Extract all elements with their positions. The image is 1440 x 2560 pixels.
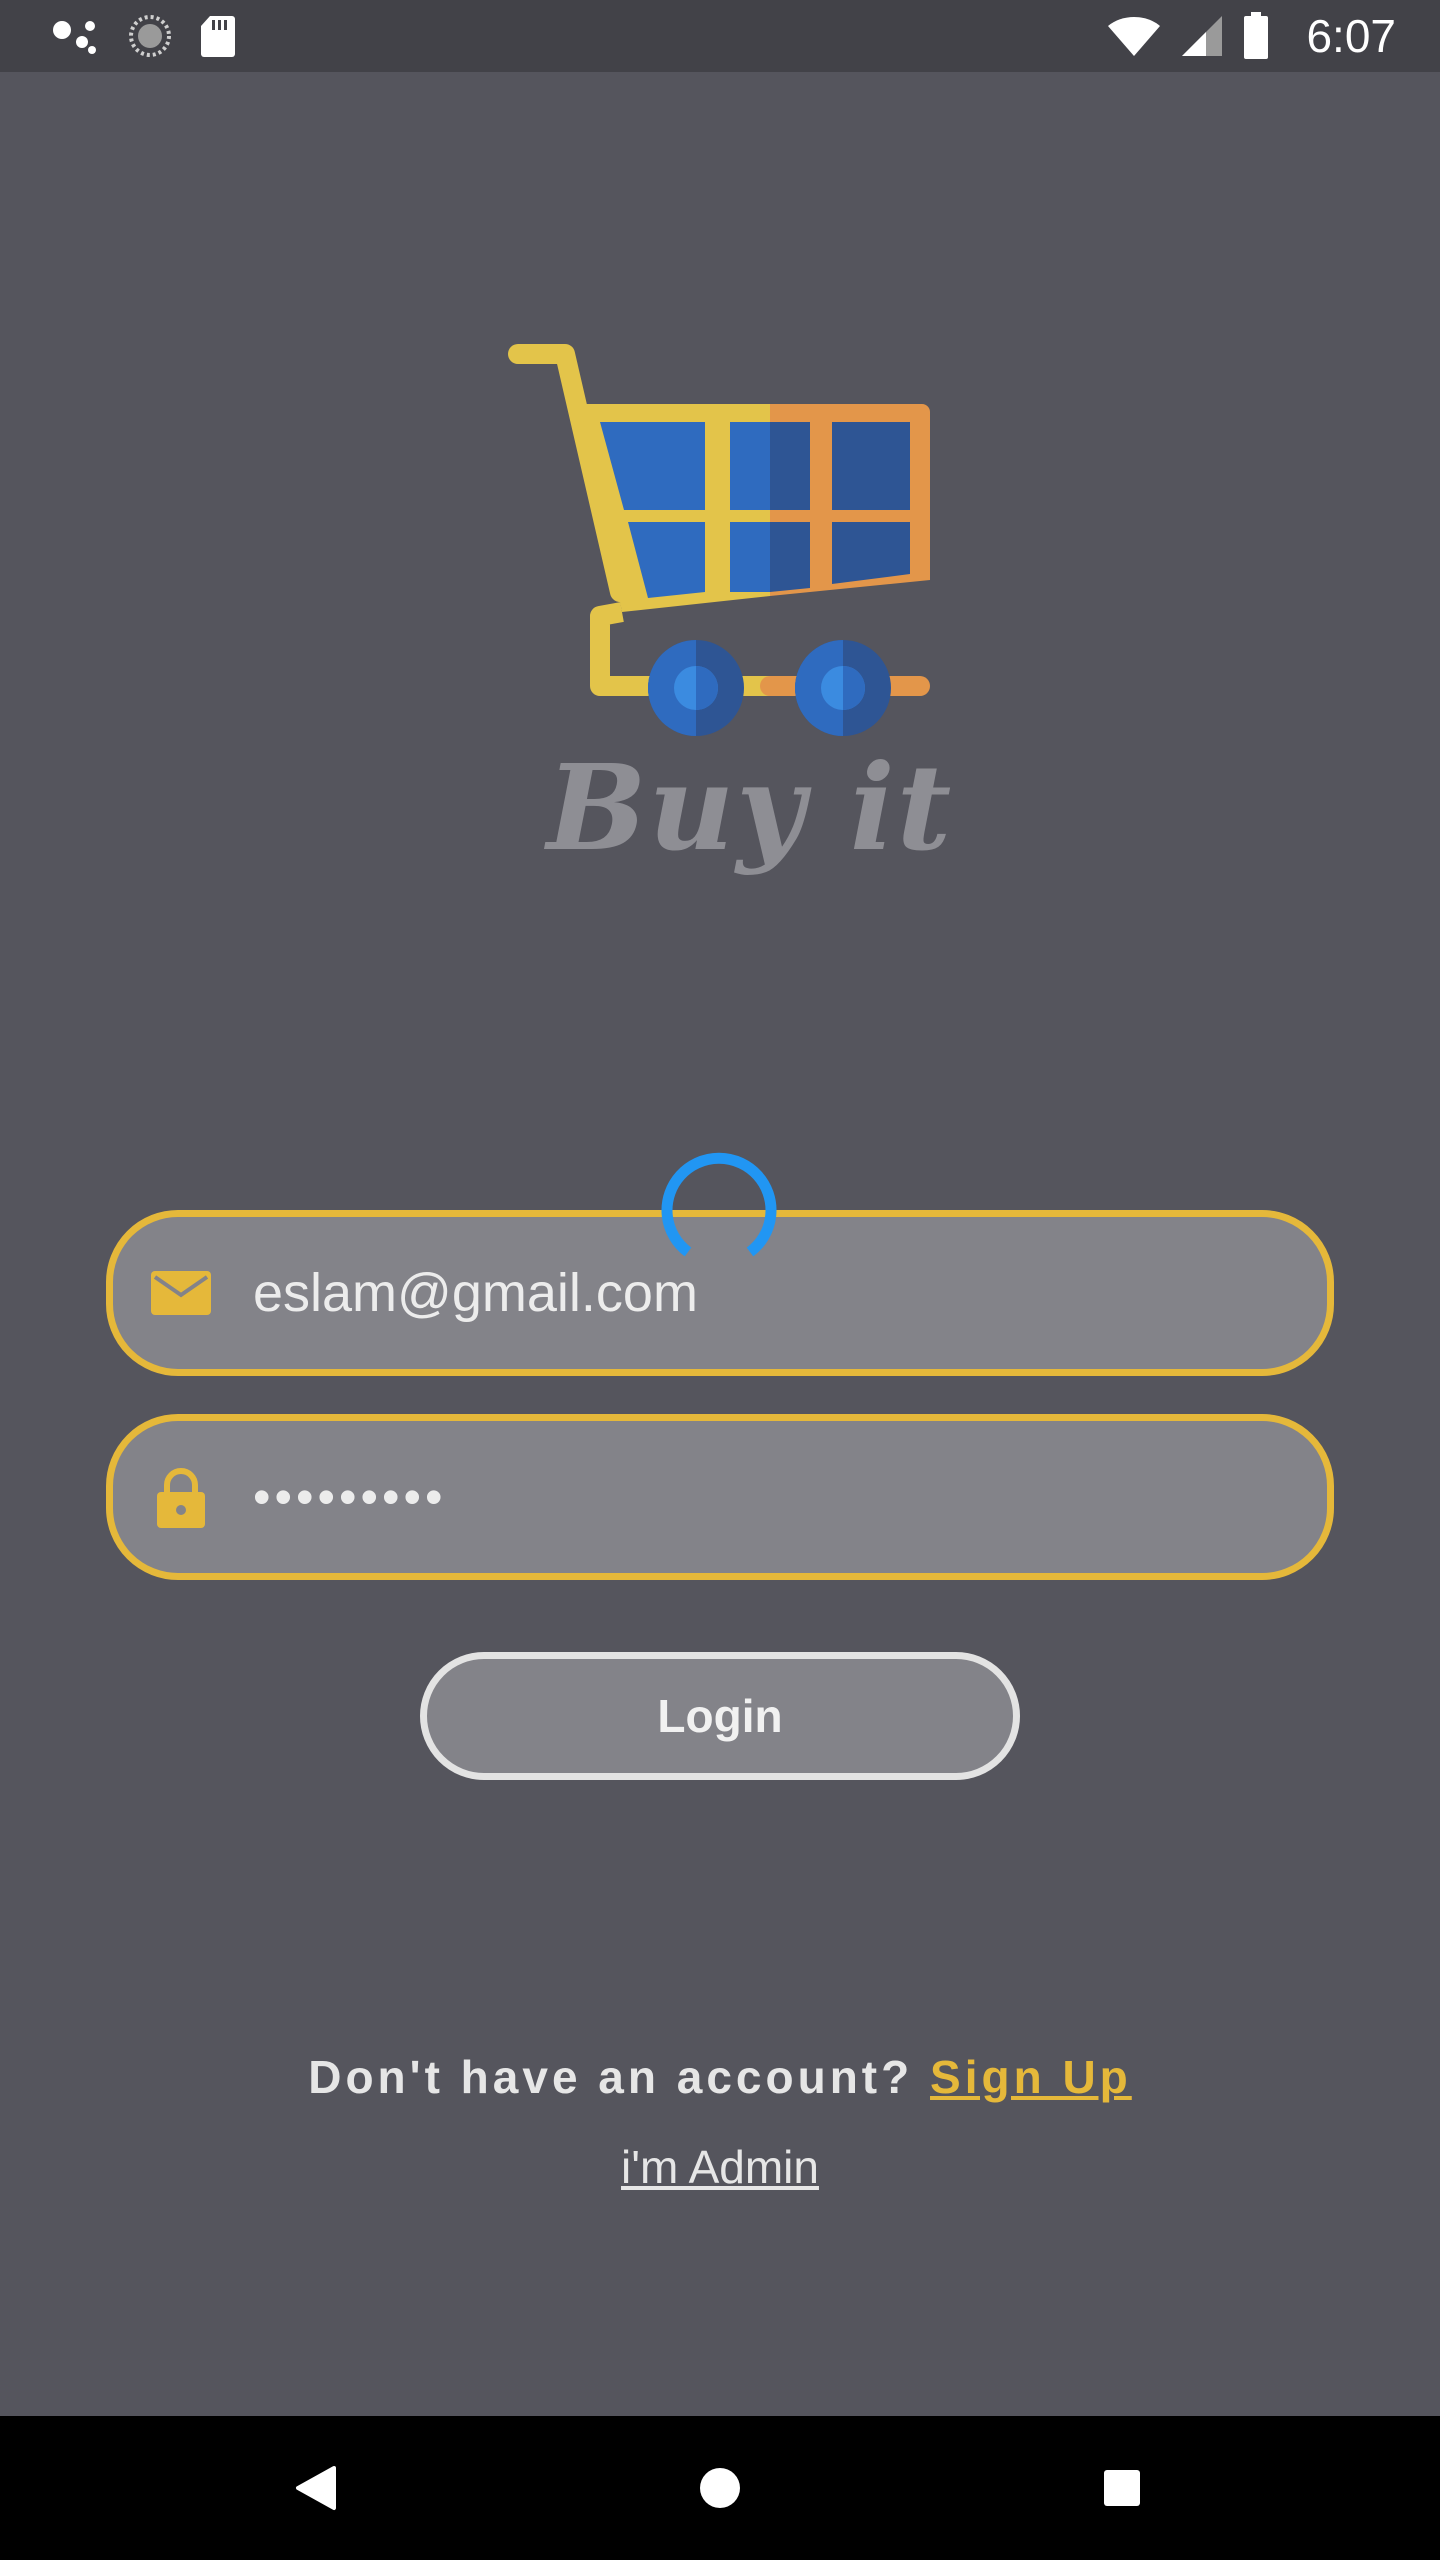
password-input[interactable] xyxy=(253,1421,1287,1573)
signup-prompt-text: Don't have an account? xyxy=(308,2051,931,2103)
login-screen: 6:07 Buy it eslam@gmail.com ••••••••• Lo… xyxy=(0,0,1440,2560)
shopping-cart-icon xyxy=(508,344,930,736)
password-field[interactable] xyxy=(106,1414,1334,1580)
cell-signal-icon xyxy=(1182,16,1223,56)
mail-icon xyxy=(151,1271,211,1315)
admin-link[interactable]: i'm Admin xyxy=(0,2140,1440,2194)
loading-spinner-icon xyxy=(661,1152,777,1257)
back-icon[interactable] xyxy=(294,2464,338,2512)
brand-name: Buy it xyxy=(546,738,954,877)
wifi-icon xyxy=(1108,17,1161,56)
battery-icon xyxy=(1244,12,1269,59)
sync-icon xyxy=(129,15,171,57)
signup-prompt-line: Don't have an account? Sign Up xyxy=(0,2050,1440,2104)
lock-icon xyxy=(157,1468,205,1528)
assistant-dots-icon xyxy=(53,21,96,54)
status-bar: 6:07 xyxy=(0,0,1440,72)
sd-card-icon xyxy=(201,16,235,57)
status-clock: 6:07 xyxy=(1306,10,1396,62)
navigation-bar xyxy=(0,2416,1440,2560)
signup-link[interactable]: Sign Up xyxy=(930,2051,1132,2103)
recents-icon[interactable] xyxy=(1102,2468,1142,2508)
home-icon[interactable] xyxy=(698,2466,742,2510)
login-button[interactable]: Login xyxy=(420,1652,1020,1780)
